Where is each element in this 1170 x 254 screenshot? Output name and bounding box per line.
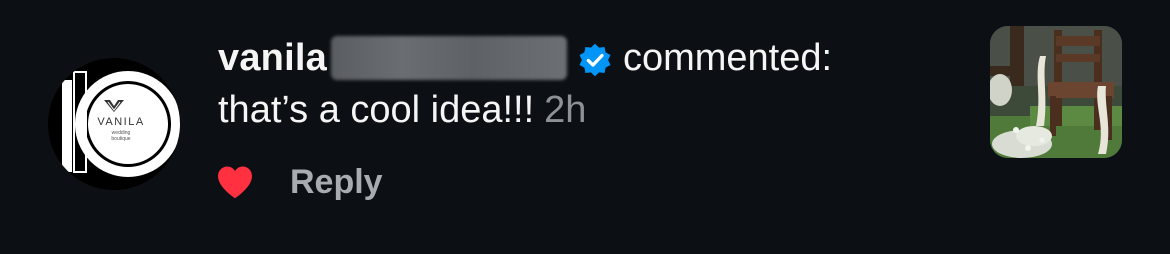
avatar[interactable]: VANILA wedding boutique (48, 58, 180, 190)
avatar-brand: VANILA (97, 116, 144, 128)
comment-header: vanila commented: (218, 32, 938, 84)
username-link[interactable]: vanila (218, 32, 327, 84)
avatar-logo: VANILA wedding boutique (48, 58, 180, 190)
avatar-tagline-2: boutique (111, 136, 130, 142)
heart-icon[interactable] (216, 165, 254, 199)
post-thumbnail[interactable] (990, 26, 1122, 158)
comment-actions: Reply (216, 162, 383, 202)
comment-text: that’s a cool idea!!! (218, 89, 535, 131)
action-text: commented: (622, 37, 833, 79)
timestamp: 2h (544, 89, 587, 131)
reply-button[interactable]: Reply (290, 163, 383, 202)
redacted-username-part (330, 36, 567, 80)
verified-badge-icon (577, 40, 613, 77)
notification-comment-row[interactable]: VANILA wedding boutique vanila commented… (0, 0, 1170, 254)
comment-line: that’s a cool idea!!! 2h (218, 84, 938, 136)
comment-body: vanila commented: that’s a cool idea!!! 2… (218, 32, 938, 136)
post-thumbnail-image (990, 26, 1122, 158)
